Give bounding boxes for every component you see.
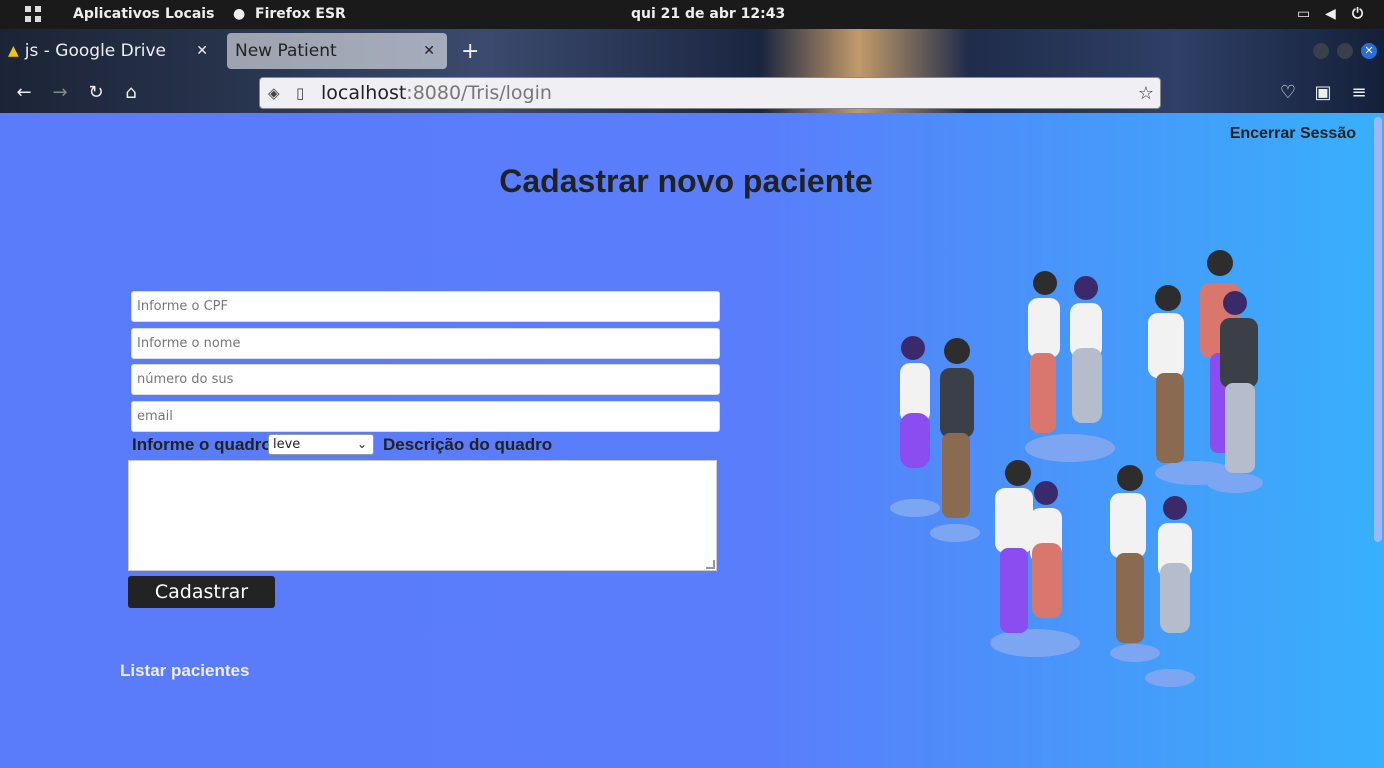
tab-google-drive[interactable]: ▲ js - Google Drive ✕	[8, 33, 220, 69]
name-input[interactable]: Informe o nome	[131, 328, 720, 359]
forward-icon[interactable]: →	[49, 82, 71, 104]
submit-button[interactable]: Cadastrar	[128, 576, 275, 608]
apps-grid-icon[interactable]	[25, 6, 41, 22]
maximize-icon[interactable]	[1337, 43, 1353, 59]
back-icon[interactable]: ←	[13, 82, 35, 104]
google-drive-icon: ▲	[8, 43, 19, 59]
clock[interactable]: qui 21 de abr 12:43	[631, 6, 785, 22]
extension-icon[interactable]: ▣	[1312, 82, 1334, 104]
url-host: localhost	[321, 82, 407, 104]
page-icon[interactable]: ▯	[296, 84, 304, 102]
url-bar[interactable]: ◈ ▯ localhost:8080/Tris/login ☆	[259, 77, 1161, 109]
menu-icon[interactable]: ≡	[1348, 82, 1370, 104]
reload-icon[interactable]: ↻	[85, 82, 107, 104]
people-group-illustration	[890, 250, 1263, 687]
cpf-input[interactable]: Informe o CPF	[131, 291, 720, 322]
pocket-icon[interactable]: ♡	[1277, 82, 1299, 104]
bookmark-star-icon[interactable]: ☆	[1138, 83, 1154, 104]
email-input[interactable]: email	[131, 401, 720, 432]
firefox-icon: ●	[233, 6, 246, 22]
browser-chrome: ▲ js - Google Drive ✕ New Patient ✕ + ✕ …	[0, 29, 1384, 113]
description-textarea[interactable]	[128, 460, 717, 571]
quadro-select-value: leve	[273, 437, 301, 452]
list-patients-link[interactable]: Listar pacientes	[120, 661, 249, 681]
tab-label: New Patient	[235, 41, 337, 61]
chevron-down-icon: ⌄	[356, 437, 367, 451]
tab-new-patient[interactable]: New Patient ✕	[227, 33, 447, 69]
places-menu[interactable]: Locais	[165, 6, 214, 22]
new-tab-icon[interactable]: +	[461, 33, 479, 69]
volume-icon[interactable]: ◀	[1325, 6, 1336, 22]
window-close-icon[interactable]: ✕	[1361, 43, 1377, 59]
page-content: Encerrar Sessão Cadastrar novo paciente …	[0, 113, 1384, 768]
power-icon[interactable]: ⏻	[1352, 6, 1363, 22]
page-title: Cadastrar novo paciente	[499, 163, 873, 199]
screen-icon[interactable]: ▭	[1297, 6, 1310, 22]
minimize-icon[interactable]	[1313, 43, 1329, 59]
description-label: Descrição do quadro	[383, 435, 553, 454]
quadro-label: Informe o quadro	[132, 435, 272, 454]
logout-link[interactable]: Encerrar Sessão	[1230, 125, 1356, 143]
close-icon[interactable]: ✕	[423, 43, 435, 59]
system-top-bar: Aplicativos Locais ● Firefox ESR qui 21 …	[0, 0, 1384, 29]
quadro-select[interactable]: leve ⌄	[268, 434, 374, 455]
url-path: :8080/Tris/login	[406, 82, 552, 104]
shield-icon[interactable]: ◈	[268, 84, 280, 102]
people-illustration	[890, 250, 1263, 687]
sus-input[interactable]: número do sus	[131, 364, 720, 395]
close-icon[interactable]: ✕	[196, 43, 208, 59]
resize-grip-icon[interactable]	[706, 560, 715, 569]
apps-menu[interactable]: Aplicativos	[73, 6, 160, 22]
scrollbar[interactable]	[1374, 117, 1382, 542]
active-app-menu[interactable]: Firefox ESR	[255, 6, 346, 22]
home-icon[interactable]: ⌂	[120, 82, 142, 104]
navigation-bar: ← → ↻ ⌂ ◈ ▯ localhost:8080/Tris/login ☆ …	[0, 73, 1384, 113]
tab-label: js - Google Drive	[24, 41, 166, 61]
